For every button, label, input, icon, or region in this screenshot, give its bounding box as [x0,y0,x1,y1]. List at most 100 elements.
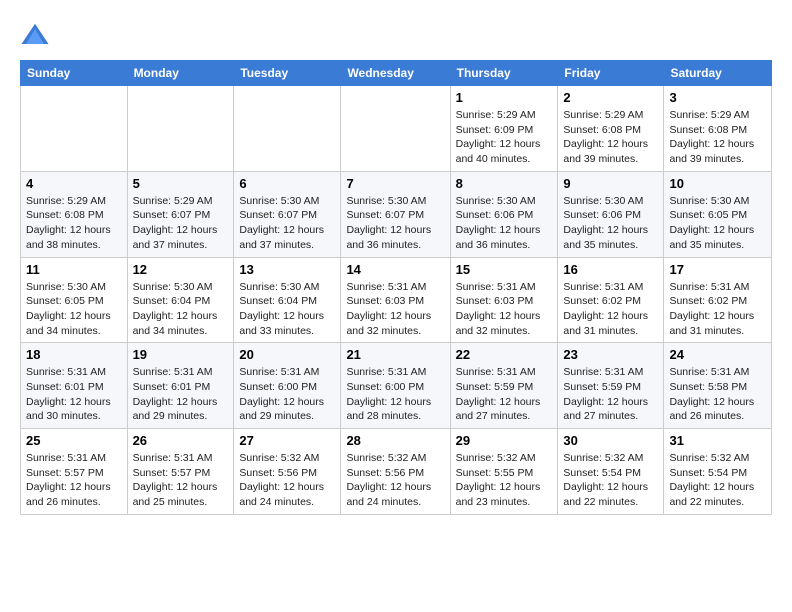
day-info: Sunrise: 5:30 AM Sunset: 6:04 PM Dayligh… [133,280,229,339]
calendar-cell: 3 Sunrise: 5:29 AM Sunset: 6:08 PM Daylig… [664,86,772,172]
calendar-cell: 30 Sunrise: 5:32 AM Sunset: 5:54 PM Dayli… [558,429,664,515]
header-friday: Friday [558,61,664,86]
calendar-cell: 18 Sunrise: 5:31 AM Sunset: 6:01 PM Dayli… [21,343,128,429]
calendar-cell: 20 Sunrise: 5:31 AM Sunset: 6:00 PM Dayli… [234,343,341,429]
calendar-cell: 7 Sunrise: 5:30 AM Sunset: 6:07 PM Daylig… [341,171,450,257]
calendar-cell: 13Sunrise: 5:30 AM Sunset: 6:04 PM Dayli… [234,257,341,343]
day-number: 20 [239,347,335,362]
day-number: 9 [563,176,658,191]
day-info: Sunrise: 5:31 AM Sunset: 6:03 PM Dayligh… [346,280,444,339]
day-number: 31 [669,433,766,448]
day-number: 5 [133,176,229,191]
day-info: Sunrise: 5:31 AM Sunset: 5:57 PM Dayligh… [133,451,229,510]
calendar-cell: 4Sunrise: 5:29 AM Sunset: 6:08 PM Daylig… [21,171,128,257]
day-number: 24 [669,347,766,362]
calendar-cell: 8Sunrise: 5:30 AM Sunset: 6:06 PM Daylig… [450,171,558,257]
day-number: 11 [26,262,122,277]
calendar-week-row: 1 Sunrise: 5:29 AM Sunset: 6:09 PM Daylig… [21,86,772,172]
day-info: Sunrise: 5:31 AM Sunset: 5:59 PM Dayligh… [563,365,658,424]
day-number: 27 [239,433,335,448]
calendar-cell: 31 Sunrise: 5:32 AM Sunset: 5:54 PM Dayli… [664,429,772,515]
day-number: 18 [26,347,122,362]
day-number: 25 [26,433,122,448]
day-info: Sunrise: 5:30 AM Sunset: 6:04 PM Dayligh… [239,280,335,339]
day-number: 12 [133,262,229,277]
calendar-cell: 14 Sunrise: 5:31 AM Sunset: 6:03 PM Dayli… [341,257,450,343]
day-info: Sunrise: 5:31 AM Sunset: 6:03 PM Dayligh… [456,280,553,339]
day-number: 19 [133,347,229,362]
day-info: Sunrise: 5:29 AM Sunset: 6:07 PM Dayligh… [133,194,229,253]
calendar-week-row: 18 Sunrise: 5:31 AM Sunset: 6:01 PM Dayli… [21,343,772,429]
day-info: Sunrise: 5:30 AM Sunset: 6:07 PM Dayligh… [239,194,335,253]
day-info: Sunrise: 5:31 AM Sunset: 6:02 PM Dayligh… [669,280,766,339]
day-info: Sunrise: 5:32 AM Sunset: 5:54 PM Dayligh… [669,451,766,510]
header-monday: Monday [127,61,234,86]
calendar-cell: 21Sunrise: 5:31 AM Sunset: 6:00 PM Dayli… [341,343,450,429]
day-number: 16 [563,262,658,277]
calendar-cell [127,86,234,172]
day-info: Sunrise: 5:30 AM Sunset: 6:07 PM Dayligh… [346,194,444,253]
day-number: 22 [456,347,553,362]
calendar-cell [341,86,450,172]
day-info: Sunrise: 5:30 AM Sunset: 6:05 PM Dayligh… [26,280,122,339]
calendar-cell: 6 Sunrise: 5:30 AM Sunset: 6:07 PM Daylig… [234,171,341,257]
day-info: Sunrise: 5:29 AM Sunset: 6:08 PM Dayligh… [669,108,766,167]
calendar-cell [21,86,128,172]
logo [20,20,56,50]
day-number: 30 [563,433,658,448]
day-info: Sunrise: 5:31 AM Sunset: 5:59 PM Dayligh… [456,365,553,424]
day-info: Sunrise: 5:31 AM Sunset: 6:01 PM Dayligh… [133,365,229,424]
day-number: 1 [456,90,553,105]
day-number: 7 [346,176,444,191]
calendar-cell: 23 Sunrise: 5:31 AM Sunset: 5:59 PM Dayli… [558,343,664,429]
calendar-cell: 19 Sunrise: 5:31 AM Sunset: 6:01 PM Dayli… [127,343,234,429]
header-wednesday: Wednesday [341,61,450,86]
header-sunday: Sunday [21,61,128,86]
calendar-cell: 25 Sunrise: 5:31 AM Sunset: 5:57 PM Dayli… [21,429,128,515]
calendar-cell [234,86,341,172]
calendar-cell: 28 Sunrise: 5:32 AM Sunset: 5:56 PM Dayli… [341,429,450,515]
day-number: 17 [669,262,766,277]
day-info: Sunrise: 5:31 AM Sunset: 5:57 PM Dayligh… [26,451,122,510]
calendar-week-row: 4Sunrise: 5:29 AM Sunset: 6:08 PM Daylig… [21,171,772,257]
day-number: 6 [239,176,335,191]
day-number: 21 [346,347,444,362]
day-number: 28 [346,433,444,448]
day-number: 3 [669,90,766,105]
calendar-cell: 16 Sunrise: 5:31 AM Sunset: 6:02 PM Dayli… [558,257,664,343]
calendar-cell: 22 Sunrise: 5:31 AM Sunset: 5:59 PM Dayli… [450,343,558,429]
day-number: 10 [669,176,766,191]
calendar-cell: 1 Sunrise: 5:29 AM Sunset: 6:09 PM Daylig… [450,86,558,172]
calendar-cell: 10 Sunrise: 5:30 AM Sunset: 6:05 PM Dayli… [664,171,772,257]
day-info: Sunrise: 5:32 AM Sunset: 5:54 PM Dayligh… [563,451,658,510]
calendar-cell: 9Sunrise: 5:30 AM Sunset: 6:06 PM Daylig… [558,171,664,257]
calendar-cell: 24 Sunrise: 5:31 AM Sunset: 5:58 PM Dayli… [664,343,772,429]
calendar-header-row: SundayMondayTuesdayWednesdayThursdayFrid… [21,61,772,86]
day-number: 23 [563,347,658,362]
day-number: 2 [563,90,658,105]
calendar-table: SundayMondayTuesdayWednesdayThursdayFrid… [20,60,772,515]
day-number: 4 [26,176,122,191]
header-thursday: Thursday [450,61,558,86]
day-info: Sunrise: 5:32 AM Sunset: 5:56 PM Dayligh… [346,451,444,510]
day-info: Sunrise: 5:30 AM Sunset: 6:05 PM Dayligh… [669,194,766,253]
logo-icon [20,20,50,50]
calendar-week-row: 25 Sunrise: 5:31 AM Sunset: 5:57 PM Dayli… [21,429,772,515]
day-number: 14 [346,262,444,277]
calendar-cell: 2 Sunrise: 5:29 AM Sunset: 6:08 PM Daylig… [558,86,664,172]
day-info: Sunrise: 5:31 AM Sunset: 6:01 PM Dayligh… [26,365,122,424]
day-info: Sunrise: 5:29 AM Sunset: 6:08 PM Dayligh… [563,108,658,167]
calendar-body: 1 Sunrise: 5:29 AM Sunset: 6:09 PM Daylig… [21,86,772,515]
day-info: Sunrise: 5:31 AM Sunset: 6:02 PM Dayligh… [563,280,658,339]
day-info: Sunrise: 5:29 AM Sunset: 6:09 PM Dayligh… [456,108,553,167]
day-info: Sunrise: 5:31 AM Sunset: 5:58 PM Dayligh… [669,365,766,424]
calendar-cell: 11 Sunrise: 5:30 AM Sunset: 6:05 PM Dayli… [21,257,128,343]
calendar-cell: 29Sunrise: 5:32 AM Sunset: 5:55 PM Dayli… [450,429,558,515]
calendar-cell: 17 Sunrise: 5:31 AM Sunset: 6:02 PM Dayli… [664,257,772,343]
calendar-cell: 5 Sunrise: 5:29 AM Sunset: 6:07 PM Daylig… [127,171,234,257]
day-number: 29 [456,433,553,448]
calendar-cell: 27 Sunrise: 5:32 AM Sunset: 5:56 PM Dayli… [234,429,341,515]
day-info: Sunrise: 5:32 AM Sunset: 5:56 PM Dayligh… [239,451,335,510]
calendar-cell: 26Sunrise: 5:31 AM Sunset: 5:57 PM Dayli… [127,429,234,515]
day-info: Sunrise: 5:31 AM Sunset: 6:00 PM Dayligh… [239,365,335,424]
